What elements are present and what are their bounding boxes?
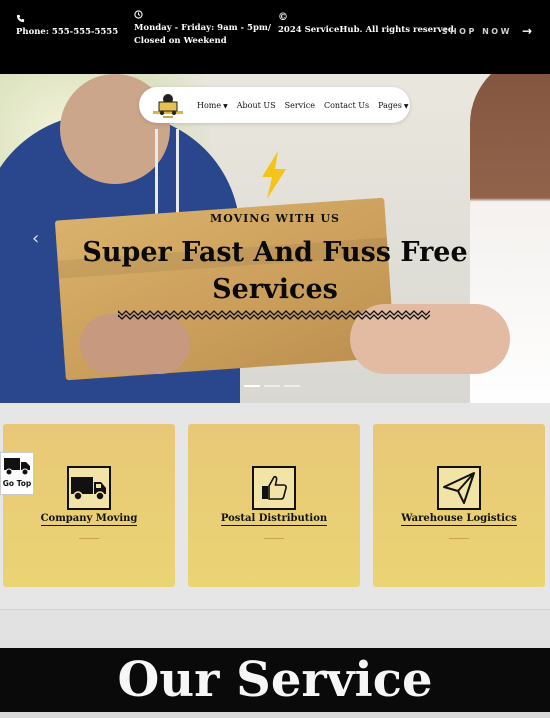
slider-dot[interactable] bbox=[244, 385, 260, 387]
copyright-text: 2024 ServiceHub. All rights reserved. bbox=[278, 25, 457, 35]
nav-item-about[interactable]: About US bbox=[237, 101, 276, 110]
main-nav: Home ▼ About US Service Contact Us Pages ▼ bbox=[139, 87, 410, 123]
top-bar: Phone: 555-555-5555 Monday - Friday: 9am… bbox=[0, 0, 550, 74]
slider-dot[interactable] bbox=[264, 385, 280, 387]
truck-icon bbox=[67, 466, 111, 510]
service-card-rule bbox=[79, 538, 99, 539]
paper-plane-icon bbox=[437, 466, 481, 510]
service-card-title: Warehouse Logistics bbox=[373, 513, 545, 526]
phone-text: Phone: 555-555-5555 bbox=[16, 27, 119, 37]
nav-item-label: Service bbox=[284, 100, 315, 110]
copyright: © 2024 ServiceHub. All rights reserved. bbox=[278, 12, 457, 37]
slider-dot[interactable] bbox=[284, 385, 300, 387]
logo-truck-icon bbox=[153, 94, 183, 118]
thumbs-up-icon bbox=[252, 466, 296, 510]
service-card-company-moving[interactable]: Company Moving bbox=[3, 424, 175, 587]
slider-prev-arrow[interactable]: ‹ bbox=[32, 228, 39, 249]
nav-item-label: Contact Us bbox=[323, 100, 370, 110]
caret-down-icon: ▼ bbox=[223, 102, 228, 110]
nav-item-pages[interactable]: Pages ▼ bbox=[378, 101, 408, 110]
go-top-button[interactable]: Go Top bbox=[0, 452, 34, 495]
section-title: Our Service bbox=[117, 652, 433, 708]
copyright-symbol: © bbox=[278, 12, 288, 23]
nav-item-contact[interactable]: Contact Us bbox=[324, 101, 369, 110]
shop-now-label: SHOP NOW bbox=[441, 26, 512, 36]
clock-icon bbox=[134, 10, 271, 22]
hero-kicker: MOVING WITH US bbox=[210, 212, 340, 225]
service-card-warehouse-logistics[interactable]: Warehouse Logistics bbox=[373, 424, 545, 587]
business-hours: Monday - Friday: 9am - 5pm/ Closed on We… bbox=[134, 10, 271, 48]
phone-icon bbox=[16, 14, 118, 26]
service-card-title-text: Company Moving bbox=[40, 513, 138, 526]
lightning-bolt-icon bbox=[262, 151, 286, 199]
phone-contact: Phone: 555-555-5555 bbox=[16, 14, 118, 39]
section-spacer bbox=[0, 610, 550, 648]
nav-item-label: About US bbox=[236, 100, 276, 110]
section-band-bottom bbox=[0, 712, 550, 718]
service-card-title-text: Warehouse Logistics bbox=[401, 513, 517, 526]
hours-line-1: Monday - Friday: 9am - 5pm/ bbox=[134, 23, 271, 33]
nav-menu: Home ▼ About US Service Contact Us Pages ▼ bbox=[197, 101, 409, 110]
service-card-postal-distribution[interactable]: Postal Distribution bbox=[188, 424, 360, 587]
caret-down-icon: ▼ bbox=[403, 102, 409, 110]
wavy-divider bbox=[118, 310, 430, 320]
service-card-title: Company Moving bbox=[3, 513, 175, 526]
go-top-label: Go Top bbox=[2, 479, 32, 488]
nav-item-label: Home bbox=[197, 100, 222, 110]
site-logo[interactable] bbox=[147, 89, 189, 121]
hours-line-2: Closed on Weekend bbox=[134, 36, 227, 46]
arrow-right-icon: → bbox=[521, 24, 532, 38]
service-card-rule bbox=[449, 538, 469, 539]
nav-item-home[interactable]: Home ▼ bbox=[197, 101, 228, 110]
nav-item-label: Pages bbox=[378, 100, 402, 110]
services-section: Company Moving Postal Distribution Wareh… bbox=[0, 403, 550, 609]
nav-item-service[interactable]: Service bbox=[285, 101, 315, 110]
truck-icon bbox=[4, 458, 30, 476]
hero-headline: Super Fast And Fuss Free Services bbox=[82, 237, 468, 305]
service-card-rule bbox=[264, 538, 284, 539]
slider-dots bbox=[244, 385, 300, 387]
service-card-title: Postal Distribution bbox=[188, 513, 360, 526]
our-service-section: Our Service bbox=[0, 648, 550, 718]
shop-now-button[interactable]: SHOP NOW → bbox=[442, 24, 532, 38]
service-card-title-text: Postal Distribution bbox=[220, 513, 328, 526]
